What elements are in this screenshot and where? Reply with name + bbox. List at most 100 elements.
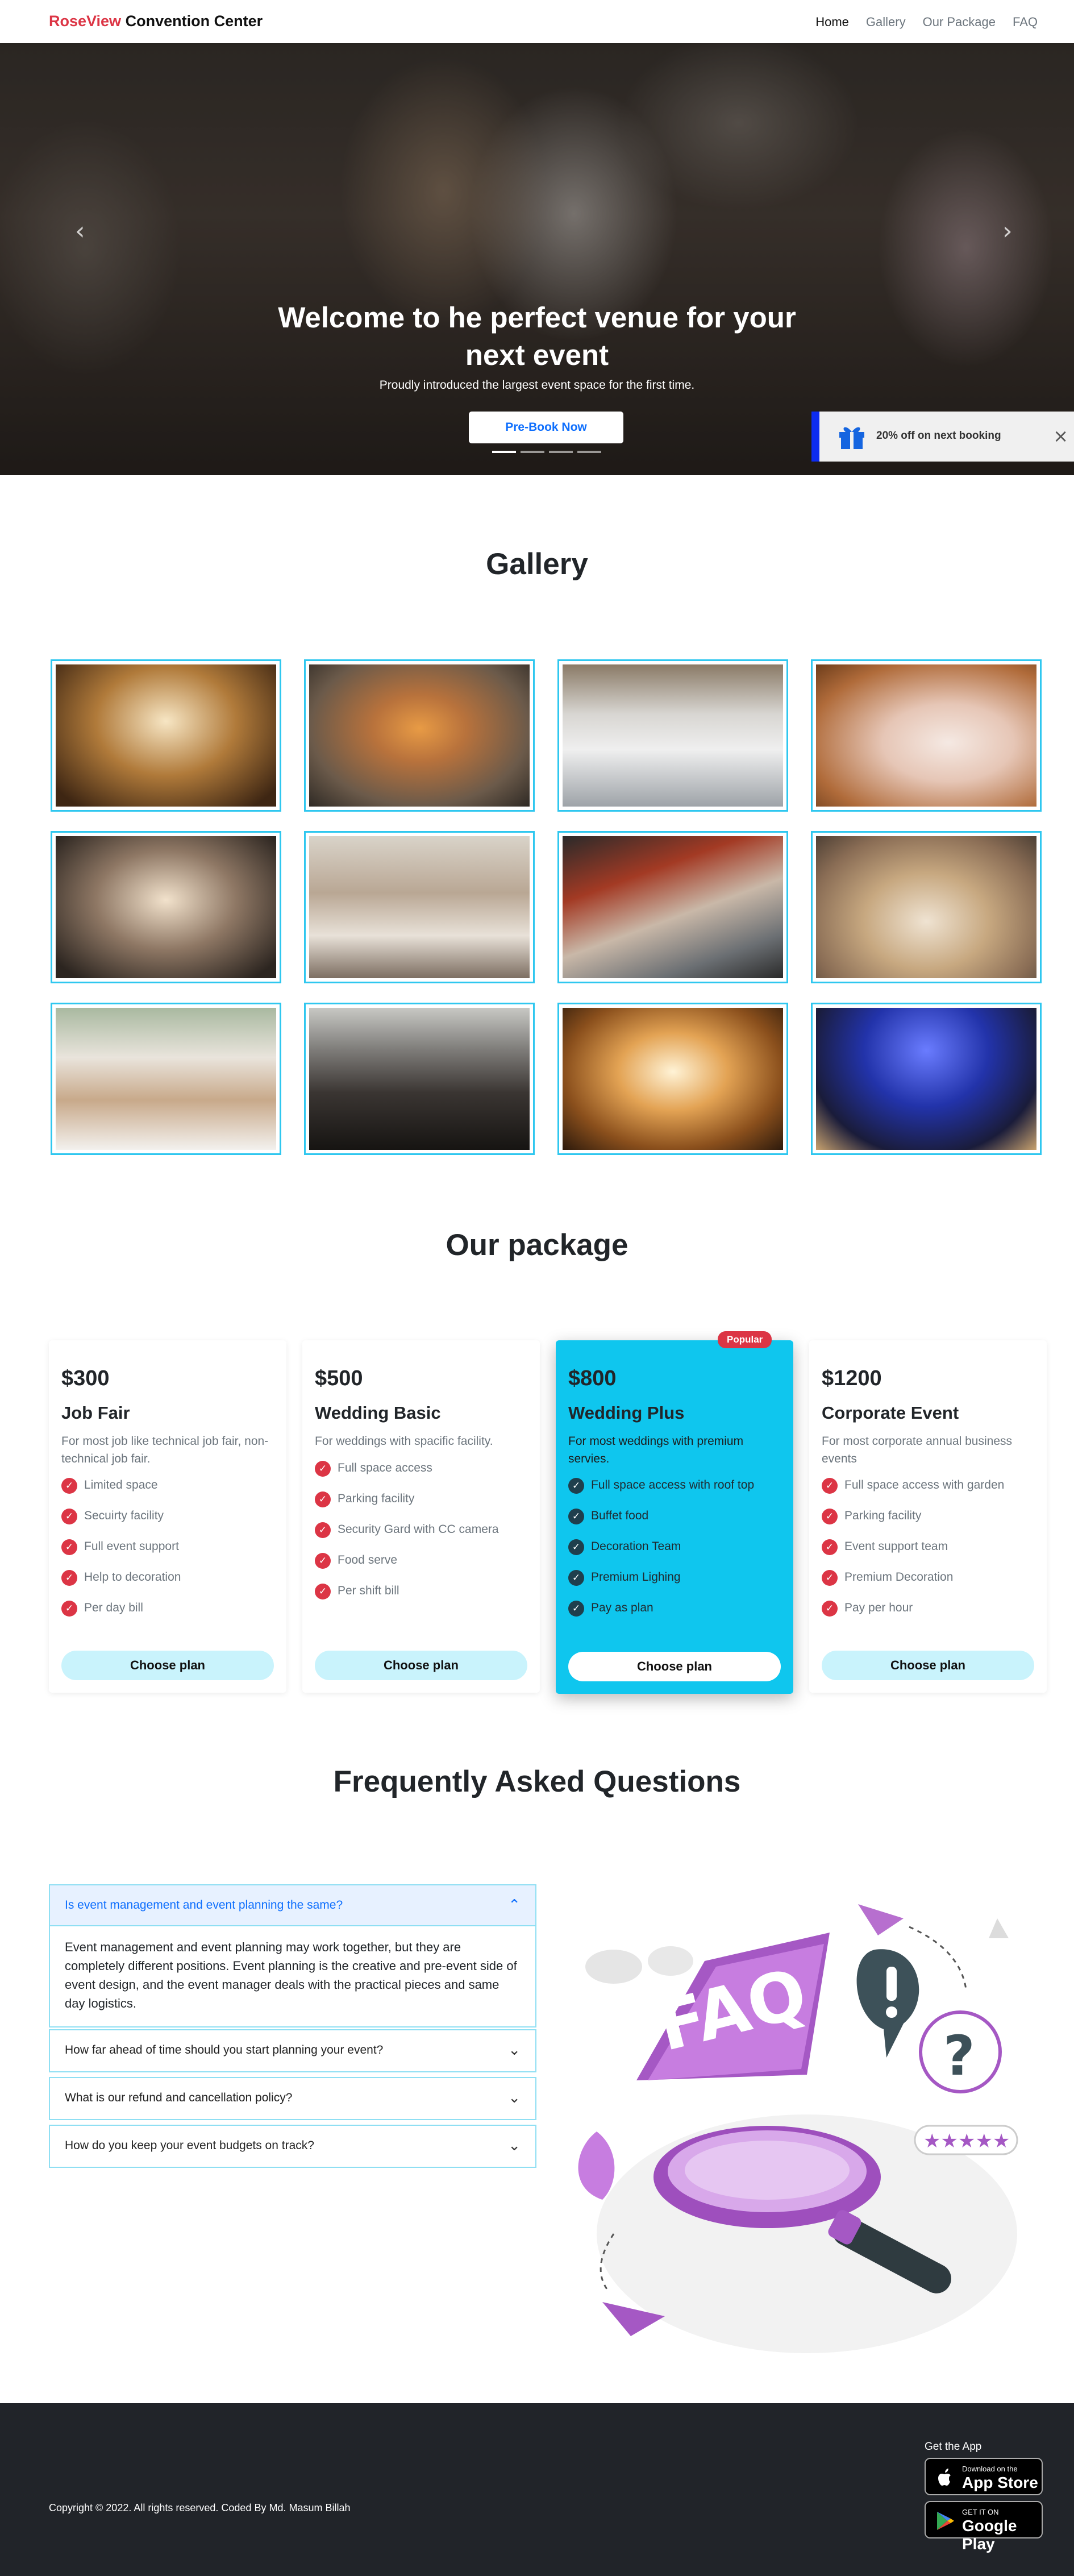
check-icon: ✓ <box>315 1522 331 1538</box>
package-price: $500 <box>315 1366 363 1390</box>
feature-item: ✓ Food serve <box>315 1552 533 1569</box>
app-store-button[interactable]: Download on the App Store <box>925 2458 1043 2495</box>
choose-plan-button[interactable]: Choose plan <box>315 1651 527 1680</box>
gallery-image[interactable] <box>304 659 535 812</box>
check-icon: ✓ <box>568 1478 584 1494</box>
faq-question-text: How far ahead of time should you start p… <box>65 2043 384 2056</box>
feature-item: ✓ Full space access with roof top <box>568 1477 786 1494</box>
gallery-image[interactable] <box>557 1003 788 1155</box>
feature-item: ✓ Full event support <box>61 1538 280 1555</box>
google-play-big-label: Google Play <box>962 2517 1017 2553</box>
feature-label: Buffet food <box>591 1509 649 1522</box>
gallery-image[interactable] <box>304 831 535 983</box>
brand-accent: RoseView <box>49 13 122 30</box>
package-description: For most weddings with premium servies. <box>568 1435 744 1465</box>
feature-label: Premium Decoration <box>844 1570 954 1584</box>
chevron-down-icon: ⌄ <box>508 2137 521 2154</box>
gallery-image[interactable] <box>557 831 788 983</box>
carousel-prev-icon[interactable]: ‹ <box>75 217 85 246</box>
package-card-corporate-event: $1200 Corporate Event For most corporate… <box>809 1340 1047 1693</box>
package-card-job-fair: $300 Job Fair For most job like technica… <box>49 1340 286 1693</box>
choose-plan-button[interactable]: Choose plan <box>568 1652 781 1681</box>
feature-item: ✓ Event support team <box>822 1538 1040 1555</box>
gallery-image[interactable] <box>811 831 1042 983</box>
feature-label: Help to decoration <box>84 1570 181 1584</box>
nav-link-home[interactable]: Home <box>815 15 849 30</box>
faq-accordion-item: How do you keep your event budgets on tr… <box>49 2125 536 2168</box>
app-store-big-label: App Store <box>962 2474 1038 2491</box>
gallery-image[interactable] <box>304 1003 535 1155</box>
nav-link-faq[interactable]: FAQ <box>1013 15 1038 30</box>
gallery-image[interactable] <box>51 831 281 983</box>
package-price: $800 <box>568 1366 617 1390</box>
package-name: Job Fair <box>61 1403 130 1423</box>
faq-question[interactable]: How do you keep your event budgets on tr… <box>50 2126 535 2167</box>
package-description: For most job like technical job fair, no… <box>61 1435 269 1465</box>
app-store-small-label: Download on the <box>962 2465 1018 2473</box>
feature-label: Food serve <box>338 1553 398 1567</box>
faq-question[interactable]: Is event management and event planning t… <box>50 1885 535 1926</box>
feature-label: Pay as plan <box>591 1601 653 1614</box>
faq-question[interactable]: How far ahead of time should you start p… <box>50 2030 535 2071</box>
chevron-down-icon: ⌄ <box>508 2042 521 2059</box>
feature-item: ✓ Security Gard with CC camera <box>315 1521 533 1538</box>
feature-label: Full space access with garden <box>844 1478 1005 1491</box>
faq-accordion-item: Is event management and event planning t… <box>49 1884 536 2027</box>
choose-plan-button[interactable]: Choose plan <box>61 1651 274 1680</box>
check-icon: ✓ <box>822 1509 838 1524</box>
pre-book-button[interactable]: Pre-Book Now <box>469 412 623 443</box>
copyright-text: Copyright © 2022. All rights reserved. C… <box>49 2502 351 2513</box>
popular-badge: Popular <box>718 1331 772 1348</box>
feature-label: Per shift bill <box>338 1584 399 1597</box>
feature-label: Secuirty facility <box>84 1509 164 1522</box>
gallery-image[interactable] <box>811 659 1042 812</box>
package-description: For most corporate annual business event… <box>822 1435 1013 1465</box>
brand-logo[interactable]: RoseView Convention Center <box>49 13 263 30</box>
carousel-indicator[interactable] <box>492 451 516 453</box>
package-price: $1200 <box>822 1366 882 1390</box>
promo-banner: 20% off on next booking × <box>811 412 1074 462</box>
feature-item: ✓ Premium Lighing <box>568 1569 786 1586</box>
feature-item: ✓ Full space access <box>315 1460 533 1477</box>
gallery-image[interactable] <box>811 1003 1042 1155</box>
gallery-image[interactable] <box>51 1003 281 1155</box>
check-icon: ✓ <box>568 1601 584 1617</box>
check-icon: ✓ <box>822 1570 838 1586</box>
feature-item: ✓ Decoration Team <box>568 1538 786 1555</box>
check-icon: ✓ <box>568 1570 584 1586</box>
faq-question-text: Is event management and event planning t… <box>65 1898 343 1912</box>
navbar: RoseView Convention Center Home Gallery … <box>0 0 1074 43</box>
choose-plan-button[interactable]: Choose plan <box>822 1651 1034 1680</box>
check-icon: ✓ <box>315 1584 331 1599</box>
feature-label: Per day bill <box>84 1601 143 1614</box>
feature-label: Security Gard with CC camera <box>338 1523 499 1536</box>
feature-item: ✓ Pay as plan <box>568 1599 786 1617</box>
feature-label: Pay per hour <box>844 1601 913 1614</box>
feature-label: Parking facility <box>844 1509 922 1522</box>
svg-text:?: ? <box>943 2024 975 2088</box>
feature-item: ✓ Per shift bill <box>315 1582 533 1599</box>
nav-link-gallery[interactable]: Gallery <box>866 15 906 30</box>
faq-question[interactable]: What is our refund and cancellation poli… <box>50 2078 535 2119</box>
carousel-next-icon[interactable]: › <box>1002 217 1013 246</box>
faq-title: Frequently Asked Questions <box>333 1765 741 1798</box>
nav-link-our-package[interactable]: Our Package <box>923 15 996 30</box>
gallery-image[interactable] <box>51 659 281 812</box>
close-icon[interactable]: × <box>1053 425 1068 447</box>
check-icon: ✓ <box>315 1553 331 1569</box>
check-icon: ✓ <box>61 1601 77 1617</box>
carousel-indicator[interactable] <box>549 451 573 453</box>
feature-label: Event support team <box>844 1540 948 1553</box>
feature-item: ✓ Buffet food <box>568 1507 786 1524</box>
check-icon: ✓ <box>61 1539 77 1555</box>
package-description: For weddings with spacific facility. <box>315 1435 493 1448</box>
gallery-image[interactable] <box>557 659 788 812</box>
package-name: Wedding Plus <box>568 1403 685 1423</box>
carousel-indicator[interactable] <box>577 451 601 453</box>
carousel-indicator[interactable] <box>521 451 544 453</box>
nav-links: Home Gallery Our Package FAQ <box>815 15 1038 30</box>
check-icon: ✓ <box>822 1478 838 1494</box>
chevron-up-icon: ⌃ <box>508 1897 521 1914</box>
google-play-button[interactable]: GET IT ON Google Play <box>925 2501 1043 2553</box>
faq-question-text: How do you keep your event budgets on tr… <box>65 2139 314 2152</box>
